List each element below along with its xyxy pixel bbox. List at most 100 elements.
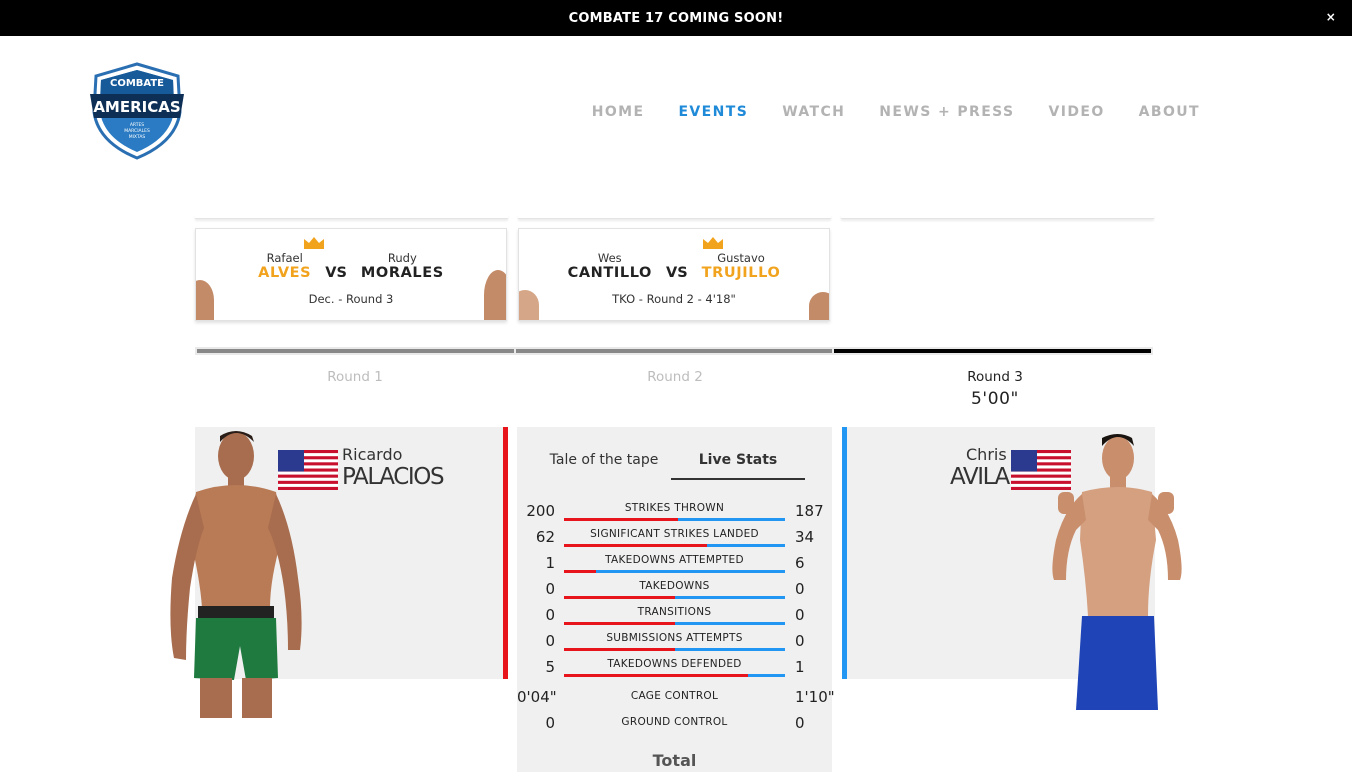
stat-comparison-bar [564,596,785,599]
fight-result: Dec. - Round 3 [308,292,394,306]
round-progress [195,347,1153,355]
combate-americas-logo[interactable]: COMBATE AMERICAS ARTES MARCIALES MIXTAS [88,62,186,160]
stat-row: 0 GROUND CONTROL 0 [517,708,832,734]
us-flag-icon [278,450,338,490]
vs-label: VS [325,265,347,281]
logo-line4: MARCIALES [124,128,150,134]
fighter-first-name: Rafael [266,251,303,265]
stat-red-portion [564,518,679,521]
stat-red-portion [564,570,596,573]
stat-comparison-bar [564,622,785,625]
fighter-first-name: Wes [597,251,622,265]
stat-comparison-bar [564,544,785,547]
stat-row: 0 TAKEDOWNS 0 [517,578,832,604]
round-3-label[interactable]: Round 3 [835,369,1155,385]
us-flag-icon [1011,450,1071,490]
stat-label: STRIKES THROWN [624,502,725,514]
stat-label: SUBMISSIONS ATTEMPTS [606,632,743,644]
banner-text: COMBATE 17 COMING SOON! [568,10,784,26]
stat-right-value: 6 [795,554,805,572]
stat-red-portion [564,544,707,547]
stat-label: TAKEDOWNS [639,580,710,592]
stat-right-value: 0 [795,580,805,598]
stat-left-value: 0'04" [517,688,557,706]
round-1-bar[interactable] [197,349,514,353]
stats-tabs: Tale of the tape Live Stats [537,448,805,480]
fighter-last-name: MORALES [360,265,444,281]
stat-comparison-bar [564,518,785,521]
fighter-right-last-name: AVILA [950,464,1010,490]
fighter-left-first-name: Ricardo [342,445,403,464]
vs-label: VS [665,265,688,281]
tab-live-stats[interactable]: Live Stats [671,448,805,480]
card-edge [841,214,1154,219]
stat-comparison-bar [564,674,785,677]
fighter-left-last-name: PALACIOS [342,464,445,490]
fight-result: TKO - Round 2 - 4'18" [612,292,736,306]
stat-row: 5 TAKEDOWNS DEFENDED 1 [517,656,832,682]
round-time: 5'00" [971,389,1019,409]
stat-right-value: 187 [795,502,824,520]
fighter-last-name: CANTILLO [567,265,652,281]
stat-left-value: 5 [545,658,555,676]
nav-home[interactable]: HOME [592,104,645,120]
fighter-right-first-name: Chris [966,445,1007,464]
announcement-banner: COMBATE 17 COMING SOON! × [0,0,1352,36]
nav-watch[interactable]: WATCH [782,104,845,120]
stat-right-value: 0 [795,714,805,732]
stat-comparison-bar [564,570,785,573]
round-2-label[interactable]: Round 2 [515,369,835,385]
stat-red-portion [564,622,675,625]
logo-line5: MIXTAS [129,134,146,140]
stat-red-portion [564,648,675,651]
nav-events[interactable]: EVENTS [678,104,748,120]
logo-line3: ARTES [130,122,144,128]
fighter-last-name: ALVES [258,265,312,281]
stat-left-value: 62 [535,528,555,546]
round-2-bar[interactable] [515,349,833,353]
fight-card[interactable]: Rafael ALVES VS Rudy MORALES Dec. - Roun… [195,228,507,321]
fighter-first-name: Rudy [387,251,417,265]
stat-row: 0 SUBMISSIONS ATTEMPTS 0 [517,630,832,656]
nav-news-press[interactable]: NEWS + PRESS [879,104,1014,120]
stat-left-value: 1 [545,554,555,572]
close-icon[interactable]: × [1326,10,1336,24]
stat-left-value: 200 [526,502,555,520]
nav-about[interactable]: ABOUT [1139,104,1200,120]
round-1-label[interactable]: Round 1 [195,369,515,385]
crown-icon [703,237,723,249]
stat-label: TAKEDOWNS ATTEMPTED [605,554,744,566]
stat-row: 0 TRANSITIONS 0 [517,604,832,630]
logo-line2: AMERICAS [93,98,180,116]
stat-right-value: 1 [795,658,805,676]
stat-left-value: 0 [545,606,555,624]
stat-left-value: 0 [545,714,555,732]
fighter-first-name: Gustavo [717,251,765,265]
stat-right-value: 1'10" [795,688,835,706]
main-nav: HOME EVENTS WATCH NEWS + PRESS VIDEO ABO… [592,104,1200,120]
stat-comparison-bar [564,648,785,651]
stat-red-portion [564,674,749,677]
fight-card[interactable]: Wes CANTILLO VS Gustavo TRUJILLO TKO - R… [518,228,830,321]
round-3-bar[interactable] [834,349,1152,353]
stat-right-value: 34 [795,528,815,546]
stat-red-portion [564,596,675,599]
stat-label: TRANSITIONS [637,606,712,618]
total-heading: Total [652,751,697,770]
stat-left-value: 0 [545,580,555,598]
stat-row: 200 STRIKES THROWN 187 [517,500,832,526]
stat-left-value: 0 [545,632,555,650]
stat-label: CAGE CONTROL [630,690,719,702]
fighter-last-name: TRUJILLO [701,265,781,281]
logo-line1: COMBATE [110,78,164,89]
card-edge [195,214,508,219]
stat-label: GROUND CONTROL [621,716,728,728]
nav-video[interactable]: VIDEO [1049,104,1105,120]
tab-tale-of-the-tape[interactable]: Tale of the tape [537,448,671,480]
crown-icon [304,237,324,249]
stat-row: 1 TAKEDOWNS ATTEMPTED 6 [517,552,832,578]
card-edge [518,214,831,219]
stat-label: SIGNIFICANT STRIKES LANDED [590,528,759,540]
stat-right-value: 0 [795,606,805,624]
stat-label: TAKEDOWNS DEFENDED [607,658,742,670]
